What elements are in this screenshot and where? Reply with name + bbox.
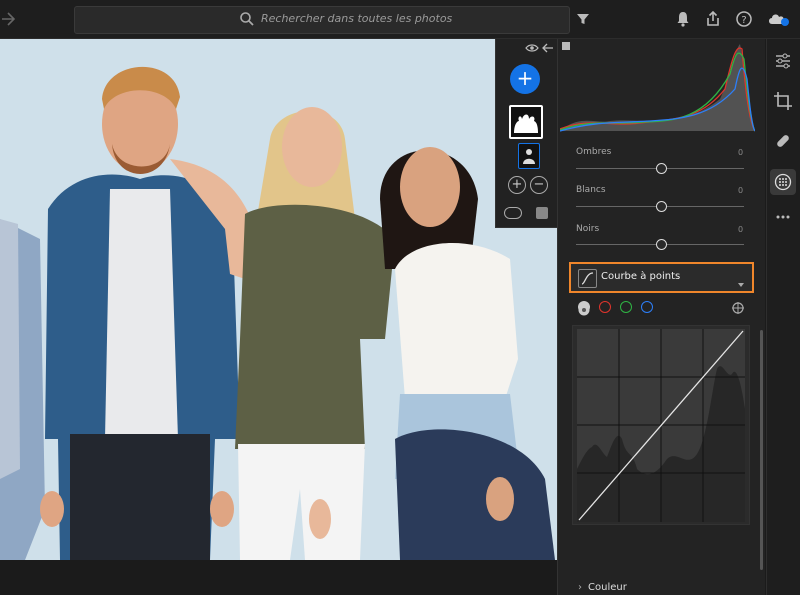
edit-sliders-icon[interactable]: [773, 51, 793, 71]
add-to-mask-button[interactable]: +: [508, 176, 526, 194]
slider-value[interactable]: 0: [738, 186, 743, 195]
overlay-toggle[interactable]: [504, 207, 522, 219]
slider-value[interactable]: 0: [738, 148, 743, 157]
slider-label: Ombres: [576, 147, 612, 157]
more-icon[interactable]: [773, 207, 793, 227]
point-curve-section-header[interactable]: Courbe à points: [569, 262, 754, 293]
masks-panel: + + −: [495, 39, 559, 228]
healing-icon[interactable]: [773, 131, 793, 151]
histogram: [560, 44, 755, 132]
bell-icon[interactable]: [674, 10, 692, 28]
tone-curve-graph[interactable]: [577, 329, 745, 522]
panel-scrollbar[interactable]: [760, 330, 763, 570]
add-mask-button[interactable]: +: [510, 64, 540, 94]
photo-canvas[interactable]: [0, 39, 557, 560]
slider-value[interactable]: 0: [738, 225, 743, 234]
filter-icon[interactable]: [576, 11, 590, 25]
couleur-label: Couleur: [588, 582, 627, 593]
mask-thumbnail-subject[interactable]: [518, 143, 540, 169]
masks-panel-header: [496, 39, 558, 57]
photo-bottom-bar: [0, 560, 557, 595]
mask-options-icon[interactable]: [536, 207, 548, 219]
tone-curve-editor[interactable]: [572, 325, 750, 525]
target-adjust-icon[interactable]: [731, 300, 745, 314]
search-input[interactable]: Rechercher dans toutes les photos: [261, 12, 452, 25]
chevron-right-icon: ›: [578, 582, 582, 593]
subtract-from-mask-button[interactable]: −: [530, 176, 548, 194]
curve-icon: [578, 269, 597, 288]
chevron-down-icon: [737, 274, 745, 287]
masking-icon[interactable]: [773, 172, 793, 192]
help-icon[interactable]: ?: [735, 10, 753, 28]
share-icon[interactable]: [704, 10, 722, 28]
top-bar: Rechercher dans toutes les photos ?: [0, 0, 800, 39]
point-curve-title: Courbe à points: [601, 271, 681, 282]
svg-text:?: ?: [741, 15, 746, 26]
channel-red-button[interactable]: [599, 301, 611, 313]
crop-icon[interactable]: [773, 91, 793, 111]
couleur-section-header[interactable]: › Couleur: [578, 582, 627, 593]
slider-handle[interactable]: [656, 239, 667, 250]
slider-label: Noirs: [576, 224, 600, 234]
cloud-sync-icon[interactable]: [766, 10, 792, 28]
slider-handle[interactable]: [656, 201, 667, 212]
tool-rail: [766, 39, 800, 595]
search-icon: [239, 11, 255, 27]
search-bar[interactable]: Rechercher dans toutes les photos: [74, 6, 570, 34]
back-arrow-icon[interactable]: [0, 9, 18, 29]
mask-thumbnail-people[interactable]: [509, 105, 543, 139]
photo-image: [0, 39, 557, 560]
slider-handle[interactable]: [656, 163, 667, 174]
edit-panel: Ombres 0 Blancs 0 Noirs 0 Courbe à point…: [558, 39, 765, 595]
channel-green-button[interactable]: [620, 301, 632, 313]
channel-blue-button[interactable]: [641, 301, 653, 313]
slider-label: Blancs: [576, 185, 606, 195]
channel-rgb-button[interactable]: [578, 301, 590, 316]
